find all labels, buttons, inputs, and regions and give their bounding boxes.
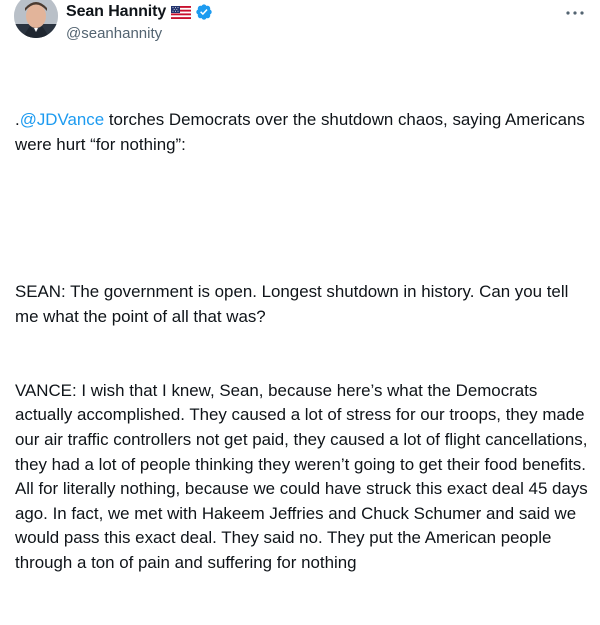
tweet: Sean Hannity @seanhannity .@JDVance torc… — [0, 0, 600, 572]
author-handle[interactable]: @seanhannity — [66, 25, 213, 42]
vance-quote: VANCE: I wish that I knew, Sean, because… — [15, 380, 593, 572]
tweet-intro: .@JDVance torches Democrats over the shu… — [15, 108, 590, 157]
mention-link[interactable]: @JDVance — [20, 110, 104, 129]
more-horizontal-icon[interactable] — [564, 6, 586, 20]
tweet-header: Sean Hannity @seanhannity — [14, 0, 586, 46]
us-flag-icon — [171, 5, 192, 19]
display-name-row: Sean Hannity — [66, 2, 213, 22]
avatar[interactable] — [14, 0, 58, 38]
sean-quote: SEAN: The government is open. Longest sh… — [15, 282, 574, 326]
display-name[interactable]: Sean Hannity — [66, 3, 166, 21]
tweet-text: .@JDVance torches Democrats over the shu… — [15, 59, 590, 625]
author-names: Sean Hannity @seanhannity — [66, 2, 213, 42]
verified-badge-icon[interactable] — [195, 3, 213, 21]
